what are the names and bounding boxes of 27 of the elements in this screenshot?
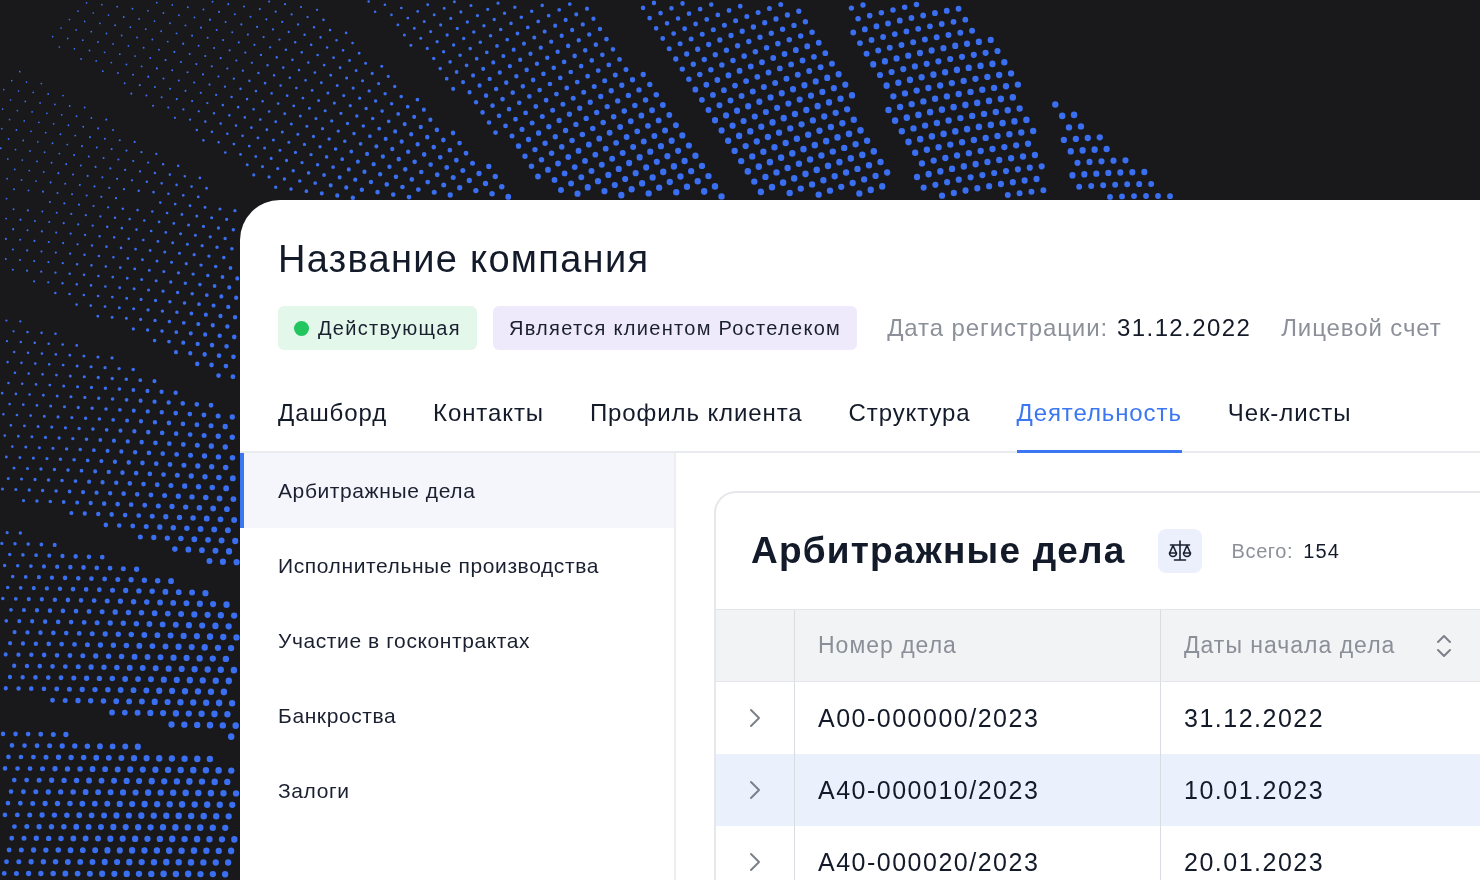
chevron-right-icon[interactable]	[749, 780, 761, 800]
table-cell: 20.01.2023	[1160, 826, 1480, 880]
tab[interactable]: Профиль клиента	[589, 370, 803, 453]
chevron-right-icon[interactable]	[749, 852, 761, 872]
tab[interactable]: Контакты	[433, 370, 544, 453]
tab[interactable]: Деятельность	[1016, 370, 1182, 453]
tab[interactable]: Структура	[848, 370, 971, 453]
tag-text: Действующая	[318, 316, 461, 340]
company-title: Название компания	[278, 237, 650, 282]
total-value: 154	[1303, 539, 1341, 563]
tab[interactable]: Дашборд	[278, 370, 388, 453]
scales-icon	[1157, 529, 1202, 573]
sidebar-item[interactable]: Арбитражные дела	[240, 453, 674, 528]
tab[interactable]: Чек-листы	[1227, 370, 1352, 453]
total-label: Всего:	[1231, 539, 1294, 563]
meta-value: 31.12.2022	[1117, 314, 1252, 342]
meta-label: Лицевой счет	[1281, 314, 1442, 342]
sidebar-item[interactable]: Участие в госконтрактах	[240, 603, 674, 678]
sidebar-item[interactable]: Исполнительные производства	[240, 528, 674, 603]
sidebar-item[interactable]: Банкроства	[240, 678, 674, 753]
chevron-right-icon[interactable]	[749, 708, 761, 728]
card-title: Арбитражные дела	[751, 530, 1126, 572]
meta-label: Дата регистрации:	[887, 314, 1109, 342]
sort-icon[interactable]	[1436, 632, 1452, 659]
tag-text: Является клиентом Ростелеком	[508, 316, 842, 340]
sidebar-item[interactable]: Залоги	[240, 753, 674, 828]
table-cell: A40-000020/2023	[794, 826, 1160, 880]
